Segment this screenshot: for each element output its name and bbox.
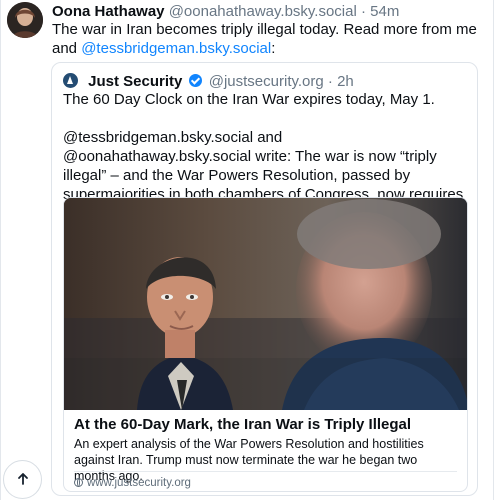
external-link-card[interactable]: At the 60-Day Mark, the Iran War is Trip… — [63, 197, 468, 492]
author-name[interactable]: Oona Hathaway — [52, 3, 165, 20]
quoted-header-separator: · — [327, 73, 333, 90]
post-header: Oona Hathaway @oonahathaway.bsky.social … — [52, 2, 482, 21]
quoted-post-header: Just Security @justsecurity.org · 2h — [63, 72, 354, 91]
article-domain[interactable]: www.justsecurity.org — [74, 476, 191, 490]
globe-icon — [74, 478, 83, 487]
post-timestamp[interactable]: 54m — [370, 3, 399, 20]
post-text-end: : — [271, 40, 276, 57]
just-security-logo-icon[interactable] — [63, 73, 78, 88]
quoted-paragraph-1: The 60 Day Clock on the Iran War expires… — [63, 91, 435, 108]
quoted-post[interactable]: Just Security @justsecurity.org · 2h The… — [51, 62, 478, 496]
quoted-author-name[interactable]: Just Security — [88, 73, 182, 90]
verified-check-icon — [188, 74, 202, 87]
quoted-author-handle[interactable]: @justsecurity.org — [209, 73, 324, 90]
author-handle[interactable]: @oonahathaway.bsky.social — [169, 3, 357, 20]
mention-link[interactable]: @tessbridgeman.bsky.social — [81, 40, 271, 57]
author-avatar[interactable] — [7, 2, 43, 38]
article-domain-text: www.justsecurity.org — [87, 477, 191, 489]
article-image — [64, 198, 467, 410]
article-title[interactable]: At the 60-Day Mark, the Iran War is Trip… — [74, 415, 459, 434]
arrow-up-icon — [18, 473, 28, 485]
post-text: The war in Iran becomes triply illegal t… — [52, 20, 477, 58]
feed-post: Oona Hathaway @oonahathaway.bsky.social … — [0, 0, 494, 500]
card-divider — [74, 471, 457, 472]
quoted-post-timestamp[interactable]: 2h — [337, 73, 354, 90]
header-separator: · — [360, 3, 366, 20]
scroll-to-top-button[interactable] — [3, 460, 42, 499]
